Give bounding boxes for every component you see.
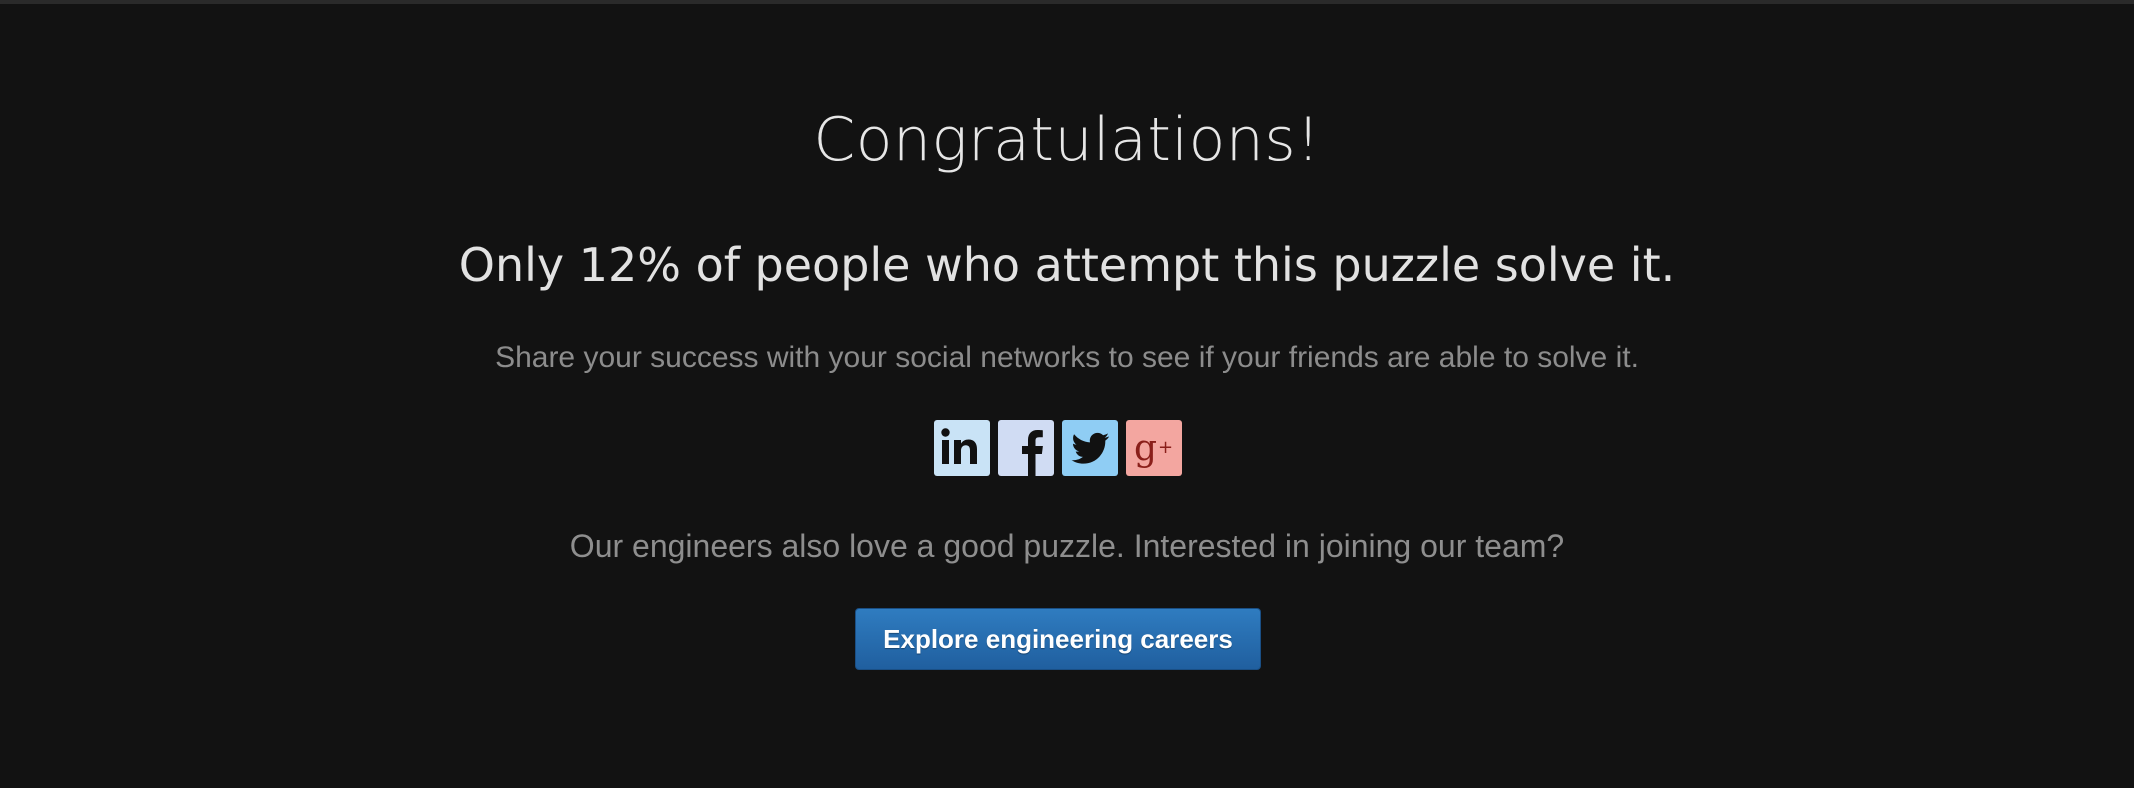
svg-text:+: +	[1158, 437, 1173, 458]
google-plus-icon: g +	[1134, 428, 1173, 469]
google-plus-share-button[interactable]: g +	[1126, 420, 1182, 476]
twitter-icon	[1071, 432, 1110, 464]
solve-rate-text: Only 12% of people who attempt this puzz…	[458, 238, 1676, 292]
page-title: Congratulations!	[813, 105, 1321, 175]
careers-prompt: Our engineers also love a good puzzle. I…	[569, 528, 1565, 564]
congratulations-page: Congratulations! Only 12% of people who …	[0, 0, 2134, 788]
svg-text:g: g	[1134, 428, 1157, 469]
social-share-buttons: g +	[934, 420, 1182, 476]
top-divider	[0, 0, 2134, 4]
linkedin-icon	[941, 428, 977, 464]
facebook-icon	[1022, 430, 1043, 476]
linkedin-share-button[interactable]	[934, 420, 990, 476]
twitter-share-button[interactable]	[1062, 420, 1118, 476]
share-prompt: Share your success with your social netw…	[495, 341, 1639, 374]
explore-careers-button[interactable]: Explore engineering careers	[855, 608, 1261, 670]
facebook-share-button[interactable]	[998, 420, 1054, 476]
